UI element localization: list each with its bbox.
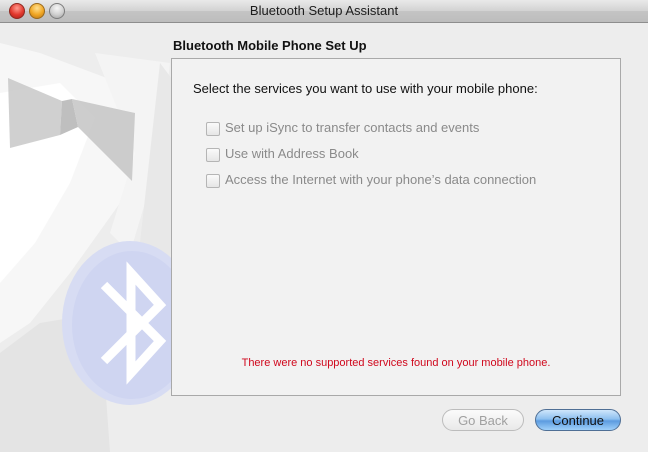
isync-checkbox[interactable] bbox=[206, 122, 220, 136]
go-back-button[interactable]: Go Back bbox=[442, 409, 524, 431]
services-panel: Select the services you want to use with… bbox=[171, 58, 621, 396]
address-book-checkbox[interactable] bbox=[206, 148, 220, 162]
services-prompt: Select the services you want to use with… bbox=[193, 81, 538, 96]
isync-label: Set up iSync to transfer contacts and ev… bbox=[225, 120, 480, 135]
internet-label: Access the Internet with your phone’s da… bbox=[225, 172, 537, 187]
internet-checkbox[interactable] bbox=[206, 174, 220, 188]
error-message: There were no supported services found o… bbox=[241, 357, 551, 369]
address-book-label: Use with Address Book bbox=[225, 146, 359, 161]
window-title: Bluetooth Setup Assistant bbox=[249, 3, 399, 18]
title-bar[interactable]: Bluetooth Setup Assistant bbox=[0, 0, 648, 23]
setup-assistant-window: Bluetooth Setup Assistant Bluetooth Mobi… bbox=[0, 0, 648, 452]
page-title: Bluetooth Mobile Phone Set Up bbox=[173, 38, 367, 53]
continue-button[interactable]: Continue bbox=[535, 409, 621, 431]
